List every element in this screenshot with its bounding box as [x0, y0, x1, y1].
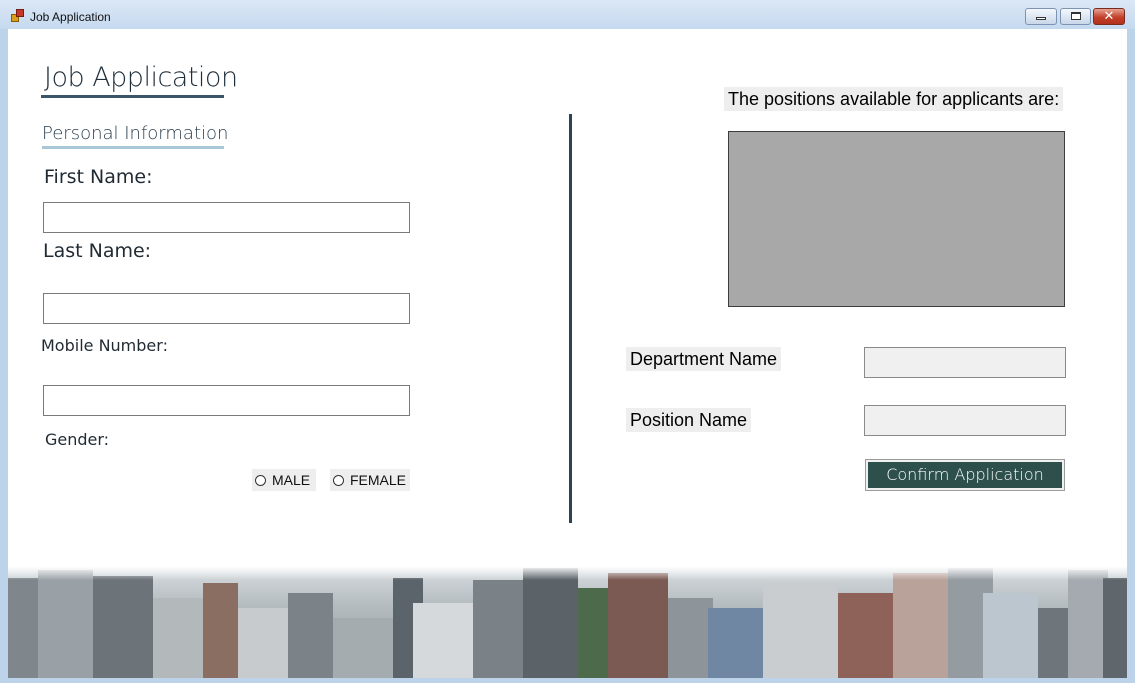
window-bottom-border [0, 678, 1135, 683]
title-bar[interactable]: Job Application ✕ [0, 0, 1135, 29]
department-name-label: Department Name [626, 347, 782, 371]
last-name-label: Last Name: [43, 240, 152, 262]
radio-circle-icon [333, 474, 344, 486]
radio-circle-icon [255, 474, 266, 486]
section-title-personal-information: Personal Information [42, 123, 229, 144]
gender-male-radio[interactable]: MALE [252, 469, 316, 491]
minimize-icon [1036, 17, 1046, 20]
department-name-field[interactable] [864, 347, 1066, 378]
gender-label: Gender: [45, 430, 110, 449]
gender-male-label: MALE [272, 472, 311, 488]
confirm-application-label: Confirm Application [868, 462, 1062, 488]
window-title: Job Application [30, 10, 111, 24]
last-name-input[interactable] [43, 293, 410, 324]
section-underline [42, 146, 224, 149]
title-underline [41, 95, 224, 98]
first-name-input[interactable] [43, 202, 410, 233]
minimize-button[interactable] [1025, 8, 1057, 25]
maximize-button[interactable] [1060, 8, 1091, 25]
position-name-label: Position Name [626, 408, 752, 432]
page-title: Job Application [44, 62, 238, 93]
position-name-field[interactable] [864, 405, 1066, 436]
app-icon [11, 9, 24, 22]
close-icon: ✕ [1103, 9, 1115, 24]
city-skyline-banner [8, 566, 1127, 678]
positions-listbox[interactable] [728, 131, 1065, 307]
positions-caption: The positions available for applicants a… [724, 87, 1064, 111]
gender-female-radio[interactable]: FEMALE [330, 469, 410, 491]
mobile-number-input[interactable] [43, 385, 410, 416]
maximize-icon [1071, 12, 1081, 20]
form-client-area: Job Application Personal Information Fir… [8, 29, 1127, 678]
mobile-number-label: Mobile Number: [41, 336, 168, 355]
vertical-divider [569, 114, 572, 523]
confirm-application-button[interactable]: Confirm Application [865, 459, 1065, 491]
first-name-label: First Name: [44, 166, 153, 188]
close-button[interactable]: ✕ [1093, 8, 1125, 25]
gender-female-label: FEMALE [350, 472, 407, 488]
